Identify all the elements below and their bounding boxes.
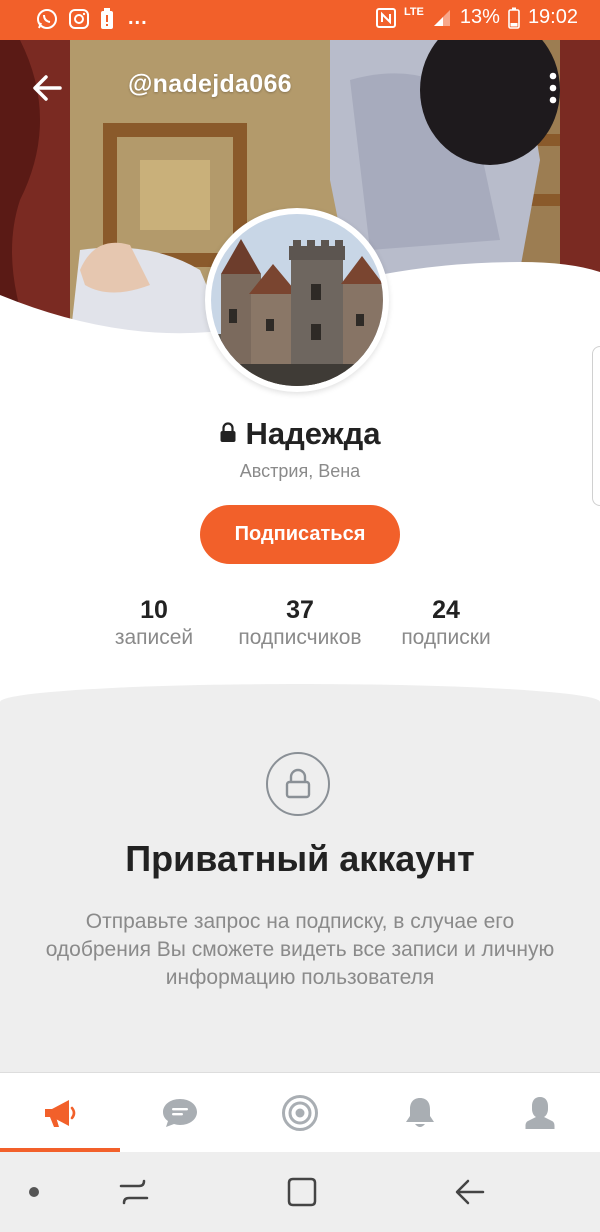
edge-panel-handle[interactable] [592, 346, 600, 506]
system-back-button[interactable] [450, 1172, 490, 1212]
recent-apps-icon [119, 1179, 149, 1205]
avatar[interactable] [205, 208, 389, 392]
private-lock-icon [266, 752, 330, 816]
private-account-description: Отправьте запрос на подписку, в случае е… [45, 910, 555, 989]
subscribe-button[interactable]: Подписаться [200, 505, 400, 564]
home-button[interactable] [282, 1172, 322, 1212]
stat-posts-count: 10 [140, 596, 168, 624]
status-bar: ... LTE 13% 19:02 [0, 0, 600, 40]
stat-following-label: подписки [401, 626, 491, 649]
battery-percent: 13% [459, 6, 500, 28]
nfc-icon [375, 7, 396, 28]
tab-profile[interactable] [480, 1073, 600, 1153]
castle-photo [211, 214, 383, 386]
target-icon [282, 1095, 318, 1131]
stat-following[interactable]: 24 подписки [388, 596, 504, 650]
system-navigation-bar [0, 1152, 600, 1232]
arrow-left-icon [33, 75, 62, 101]
private-account-title: Приватный аккаунт [125, 838, 475, 879]
nav-dot-button[interactable] [14, 1172, 54, 1212]
more-notifications: ... [128, 7, 148, 29]
back-button[interactable] [30, 70, 66, 106]
tab-messages[interactable] [120, 1073, 240, 1153]
stat-posts[interactable]: 10 записей [104, 596, 204, 650]
clock: 19:02 [527, 6, 578, 28]
bell-icon [406, 1098, 434, 1127]
bottom-tab-bar [0, 1072, 600, 1152]
stat-posts-label: записей [114, 626, 194, 649]
stat-following-count: 24 [432, 596, 460, 624]
tab-notifications[interactable] [360, 1073, 480, 1153]
tab-feed[interactable] [0, 1073, 120, 1153]
whatsapp-icon [36, 8, 58, 30]
battery-icon [508, 7, 520, 29]
home-square-icon [287, 1177, 317, 1207]
tab-discover[interactable] [240, 1073, 360, 1153]
recent-apps-button[interactable] [114, 1172, 154, 1212]
stat-followers-count: 37 [286, 596, 314, 624]
instagram-icon [68, 8, 90, 30]
profile-name: Надежда [245, 416, 381, 451]
signal-icon [432, 8, 452, 28]
more-menu-button[interactable] [544, 70, 562, 106]
person-icon [525, 1097, 555, 1129]
lock-icon [219, 415, 237, 451]
dot-icon [29, 1187, 39, 1197]
profile-location: Австрия, Вена [239, 461, 361, 481]
profile-username: @nadejda066 [128, 70, 292, 98]
battery-alert-icon [100, 7, 114, 30]
stat-followers[interactable]: 37 подписчиков [222, 596, 378, 650]
stat-followers-label: подписчиков [238, 626, 362, 649]
more-vertical-icon [549, 72, 557, 104]
megaphone-icon [45, 1100, 76, 1127]
back-arrow-icon [455, 1179, 485, 1205]
chat-icon [163, 1099, 197, 1127]
network-type: LTE [403, 5, 424, 18]
profile-name-row: Надежда [0, 416, 600, 454]
